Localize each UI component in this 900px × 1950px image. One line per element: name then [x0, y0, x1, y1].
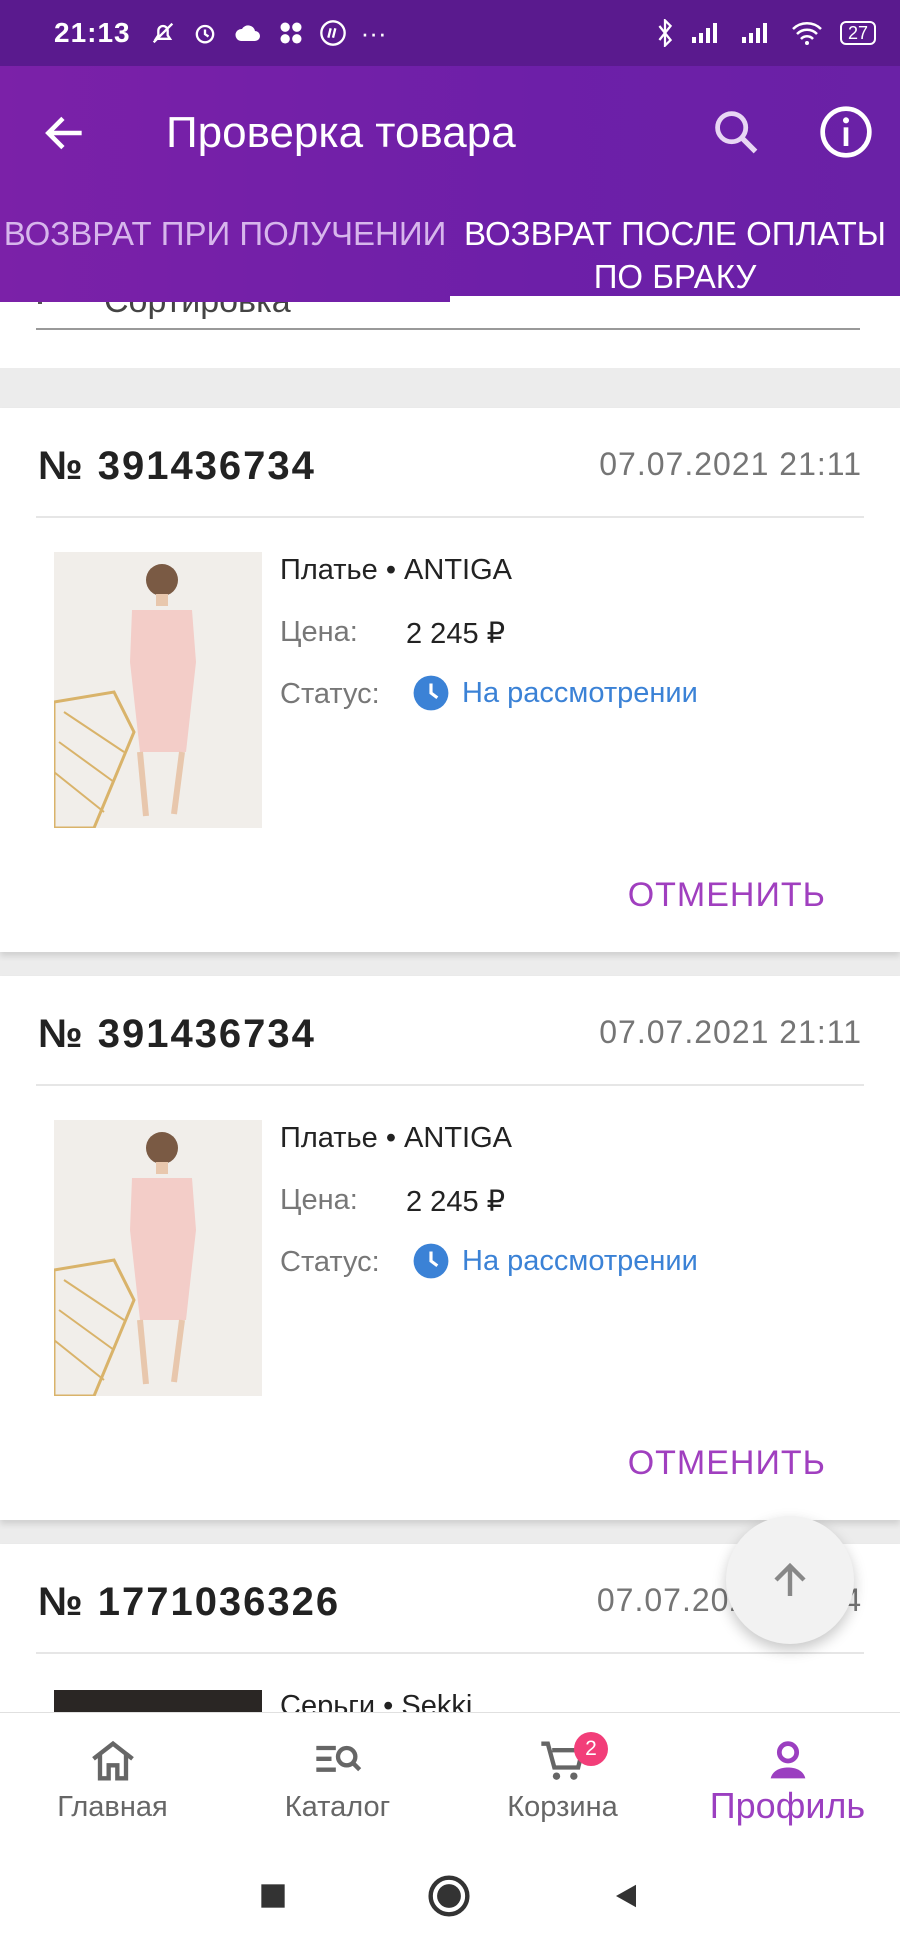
profile-icon [770, 1741, 805, 1779]
nav-label: Профиль [709, 1785, 866, 1826]
status-label: Статус: [280, 678, 380, 710]
battery-indicator: 27 [839, 21, 876, 45]
home-button-icon[interactable] [427, 1874, 471, 1918]
nav-label: Корзина [507, 1791, 618, 1823]
divider [36, 1084, 864, 1086]
clock-icon [413, 1243, 449, 1279]
tab-bar: Возврат при получении Возврат после опла… [0, 206, 900, 302]
sort-underline [36, 328, 860, 330]
price-value: 2 245 ₽ [406, 1186, 506, 1218]
sort-bar[interactable]: Сортировка [0, 302, 900, 368]
cancel-button[interactable]: ОТМЕНИТЬ [628, 876, 826, 915]
divider [36, 516, 864, 518]
home-icon [91, 1740, 134, 1781]
nav-profile[interactable]: Профиль [675, 1713, 900, 1842]
alarm-icon [195, 24, 214, 44]
order-date: 07.07.2021 21:11 [599, 446, 862, 482]
order-number: № 391436734 [38, 444, 316, 488]
wifi-icon [792, 22, 822, 45]
dress-photo-icon [54, 552, 262, 828]
product-name: Платье • ANTIGA [280, 554, 512, 586]
price-value: 2 245 ₽ [406, 618, 506, 650]
product-image[interactable] [54, 552, 262, 828]
back-triangle-icon[interactable] [611, 1881, 641, 1911]
cart-badge: 2 [574, 1732, 608, 1766]
notification-icons: ··· [149, 18, 387, 49]
divider [36, 1652, 864, 1654]
order-card: № 391436734 07.07.2021 21:11 Платье • AN… [0, 408, 900, 952]
bluetooth-icon [658, 19, 673, 47]
order-card: № 391436734 07.07.2021 21:11 Платье • AN… [0, 976, 900, 1520]
app-badge-icon [319, 20, 346, 46]
nav-catalog[interactable]: Каталог [225, 1713, 450, 1842]
nav-label: Главная [57, 1791, 168, 1823]
nav-label: Каталог [284, 1791, 391, 1823]
product-image[interactable] [54, 1690, 262, 1712]
product-image[interactable] [54, 1120, 262, 1396]
status-badge: На рассмотрении [413, 674, 698, 712]
status-badge: На рассмотрении [413, 1242, 698, 1280]
nav-home[interactable]: Главная [0, 1713, 225, 1842]
catalog-search-icon [315, 1745, 361, 1772]
more-notifications-icon: ··· [360, 17, 387, 48]
signal-2-icon [741, 23, 767, 43]
arrow-up-icon [774, 1562, 806, 1596]
clock-icon [413, 675, 449, 711]
scroll-to-top-button[interactable] [726, 1516, 854, 1644]
bottom-navigation: Главная Каталог Корзина Профиль [0, 1712, 900, 1842]
search-icon[interactable] [710, 106, 762, 158]
cancel-button[interactable]: ОТМЕНИТЬ [628, 1444, 826, 1483]
sort-label: Сортировка [104, 302, 291, 321]
order-date: 07.07.2021 21:11 [599, 1014, 862, 1050]
signal-icon [691, 23, 717, 43]
sort-icon [38, 302, 42, 304]
dress-photo-icon [54, 1120, 262, 1396]
price-label: Цена: [280, 616, 358, 648]
nav-cart[interactable]: Корзина [450, 1713, 675, 1842]
order-number: № 391436734 [38, 1012, 316, 1056]
tab-return-on-receipt[interactable]: Возврат при получении [0, 206, 450, 302]
page-title: Проверка товара [166, 108, 516, 157]
product-name: Серьги • Sekki [280, 1690, 473, 1712]
recents-icon[interactable] [259, 1882, 287, 1910]
apps-dots-icon [280, 22, 302, 44]
product-name: Платье • ANTIGA [280, 1122, 512, 1154]
status-label: Статус: [280, 1246, 380, 1278]
tab-return-after-payment[interactable]: Возврат после оплаты по браку [450, 206, 900, 302]
back-arrow-icon[interactable] [40, 108, 90, 158]
muted-bell-icon [152, 22, 173, 44]
price-label: Цена: [280, 1184, 358, 1216]
system-navigation [0, 1842, 900, 1950]
app-bar: Проверка товара Возврат при получении Во… [0, 66, 900, 302]
info-icon[interactable] [818, 104, 874, 160]
status-value: На рассмотрении [462, 676, 698, 709]
cloud-icon [235, 25, 260, 41]
status-time: 21:13 [54, 17, 131, 48]
status-bar: 21:13 ··· 27 [0, 0, 900, 66]
status-value: На рассмотрении [462, 1244, 698, 1277]
order-number: № 1771036326 [38, 1580, 341, 1624]
